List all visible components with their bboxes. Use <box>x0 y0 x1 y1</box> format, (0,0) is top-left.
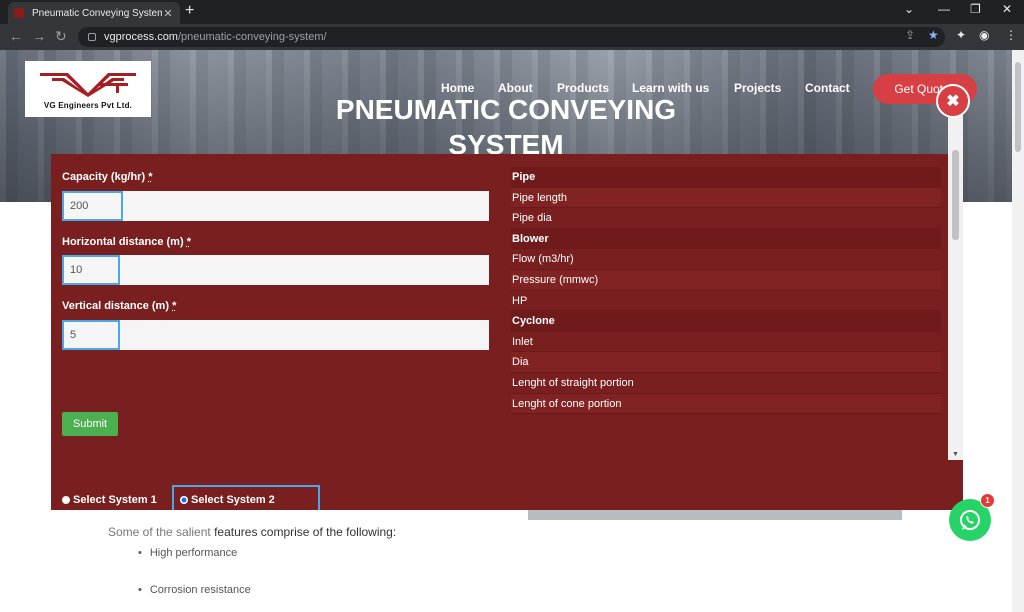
page-title: PNEUMATIC CONVEYING SYSTEM <box>306 92 706 162</box>
product-image <box>528 510 902 520</box>
feature-bullet: Corrosion resistance <box>138 584 251 596</box>
notification-badge: 1 <box>980 493 995 508</box>
results-row: Pipe dia <box>511 208 941 229</box>
results-section-header: Cyclone <box>511 311 941 332</box>
url-field[interactable]: vgprocess.com/pneumatic-conveying-system… <box>78 27 945 47</box>
modal-scrollbar[interactable]: ▼ <box>948 104 963 460</box>
select-system-2-label: Select System 2 <box>191 494 275 506</box>
nav-contact[interactable]: Contact <box>805 81 850 95</box>
reload-icon[interactable]: ↻ <box>55 28 67 45</box>
web-page: VG Engineers Pvt Ltd. Home About Product… <box>0 50 1012 612</box>
forward-icon[interactable]: → <box>32 28 46 44</box>
scroll-down-icon[interactable]: ▼ <box>952 451 959 458</box>
vertical-distance-input[interactable]: 5 <box>62 320 120 350</box>
features-intro-muted: Some of the salient <box>108 525 211 539</box>
results-row: Pressure (mmwc) <box>511 269 941 291</box>
address-bar-row: ← → ↻ vgprocess.com/pneumatic-conveying-… <box>0 24 1024 50</box>
browser-tab[interactable]: Pneumatic Conveying System, Ec ✕ <box>8 2 180 24</box>
horizontal-distance-label: Horizontal distance (m) * <box>62 236 191 248</box>
horizontal-distance-label-text: Horizontal distance (m) <box>62 236 184 248</box>
select-system-2-option[interactable]: Select System 2 <box>180 494 275 506</box>
browser-tab-strip: Pneumatic Conveying System, Ec ✕ + ⌄ — ❐… <box>0 0 1024 24</box>
results-row: Inlet <box>511 332 941 353</box>
page-title-line-1: PNEUMATIC CONVEYING <box>335 94 677 125</box>
results-section-header: Pipe <box>511 167 941 188</box>
vertical-distance-label-text: Vertical distance (m) <box>62 300 169 312</box>
required-mark: * <box>186 236 191 248</box>
submit-button[interactable]: Submit <box>62 412 118 436</box>
radio-unchecked-icon[interactable] <box>62 496 70 504</box>
select-system-1-label: Select System 1 <box>73 494 157 506</box>
horizontal-distance-input[interactable]: 10 <box>62 255 120 285</box>
close-tab-icon[interactable]: ✕ <box>162 7 174 20</box>
results-section-header: Blower <box>511 228 941 250</box>
results-row: HP <box>511 291 941 312</box>
results-table: Pipe Pipe length Pipe dia Blower Flow (m3/hr… <box>511 167 941 415</box>
tab-title: Pneumatic Conveying System, Ec <box>32 7 162 19</box>
whatsapp-chat-button[interactable]: 1 <box>949 493 995 541</box>
feature-bullet: High performance <box>138 547 237 559</box>
profile-icon[interactable]: ◉ <box>979 28 989 42</box>
close-icon: ✖ <box>946 93 960 110</box>
share-icon[interactable]: ⇪ <box>905 28 915 42</box>
results-row: Pipe length <box>511 187 941 209</box>
lock-icon <box>88 33 96 41</box>
extensions-icon[interactable]: ✦ <box>956 28 966 42</box>
tab-search-icon[interactable]: ⌄ <box>904 2 914 16</box>
required-mark: * <box>148 171 153 183</box>
capacity-label-text: Capacity (kg/hr) <box>62 171 146 183</box>
features-intro-strong: features comprise of the following: <box>214 525 397 539</box>
site-logo[interactable]: VG Engineers Pvt Ltd. <box>25 61 151 117</box>
features-intro: Some of the salient features comprise of… <box>108 525 396 539</box>
menu-kebab-icon[interactable]: ⋮ <box>1005 28 1017 42</box>
results-row: Dia <box>511 352 941 373</box>
url-path: /pneumatic-conveying-system/ <box>177 31 327 43</box>
back-icon[interactable]: ← <box>9 28 23 44</box>
minimize-icon[interactable]: — <box>938 2 950 16</box>
bookmark-star-icon[interactable]: ★ <box>928 28 939 42</box>
url-host: vgprocess.com <box>104 31 178 43</box>
window-close-icon[interactable]: ✕ <box>1002 2 1012 16</box>
vertical-distance-field[interactable]: 5 <box>62 320 489 350</box>
radio-checked-icon[interactable] <box>180 496 188 504</box>
results-row: Lenght of cone portion <box>511 393 941 415</box>
page-scrollbar[interactable] <box>1012 50 1024 612</box>
select-system-1-option[interactable]: Select System 1 <box>62 494 157 506</box>
vertical-distance-label: Vertical distance (m) * <box>62 300 176 312</box>
vg-logo-icon <box>40 72 136 97</box>
required-mark: * <box>172 300 177 312</box>
page-scrollbar-thumb[interactable] <box>1015 62 1021 152</box>
whatsapp-icon <box>960 510 980 530</box>
modal-scrollbar-thumb[interactable] <box>952 150 959 240</box>
site-favicon-icon <box>14 8 24 18</box>
logo-caption: VG Engineers Pvt Ltd. <box>43 100 133 110</box>
calculator-modal: Capacity (kg/hr) * 200 Horizontal distan… <box>51 154 963 510</box>
new-tab-icon[interactable]: + <box>185 2 194 20</box>
results-row: Lenght of straight portion <box>511 373 941 394</box>
horizontal-distance-field[interactable]: 10 <box>62 255 489 285</box>
capacity-field[interactable]: 200 <box>62 191 489 221</box>
close-modal-button[interactable]: ✖ <box>936 84 970 118</box>
nav-projects[interactable]: Projects <box>734 81 781 95</box>
results-row: Flow (m3/hr) <box>511 249 941 270</box>
capacity-label: Capacity (kg/hr) * <box>62 171 152 183</box>
capacity-input[interactable]: 200 <box>62 191 123 221</box>
restore-icon[interactable]: ❐ <box>970 2 981 16</box>
